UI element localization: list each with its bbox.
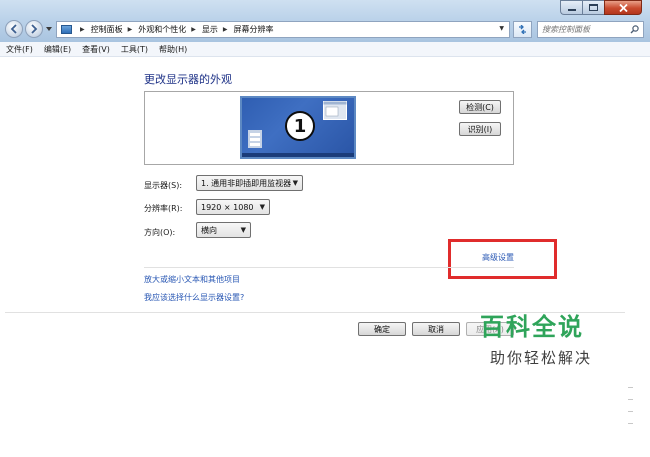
orientation-select[interactable]: 横向 ▼ xyxy=(196,222,251,238)
display-select-value: 1. 通用非即插即用监视器 xyxy=(201,178,292,188)
breadcrumb-separator-icon[interactable]: ▶ xyxy=(191,26,196,33)
menu-tools[interactable]: 工具(T) xyxy=(115,44,153,55)
watermark-subtitle: 助你轻松解决 xyxy=(490,349,593,367)
search-input[interactable] xyxy=(542,25,630,34)
menu-help[interactable]: 帮助(H) xyxy=(153,44,192,55)
address-bar[interactable]: ▶ 控制面板 ▶ 外观和个性化 ▶ 显示 ▶ 屏幕分辨率 ▼ xyxy=(56,21,510,38)
window-thumbnail-icon xyxy=(323,101,347,120)
display-preview-panel: 1 检测(C) 识别(I) xyxy=(144,91,514,165)
section-divider xyxy=(144,267,514,268)
text-size-link[interactable]: 放大或缩小文本和其他项目 xyxy=(144,274,240,285)
chevron-down-icon: ▼ xyxy=(292,179,298,187)
maximize-icon xyxy=(589,4,598,11)
refresh-button[interactable] xyxy=(513,21,532,38)
window-titlebar: ▶ 控制面板 ▶ 外观和个性化 ▶ 显示 ▶ 屏幕分辨率 ▼ xyxy=(0,0,650,43)
monitor-taskbar xyxy=(242,153,354,157)
resolution-select-value: 1920 × 1080 xyxy=(201,202,254,212)
display-settings-help-link[interactable]: 我应该选择什么显示器设置? xyxy=(144,292,244,303)
back-arrow-icon xyxy=(10,24,17,34)
resolution-label: 分辨率(R): xyxy=(144,204,183,213)
scroll-marker xyxy=(628,411,633,412)
breadcrumb-separator-icon[interactable]: ▶ xyxy=(223,26,228,33)
breadcrumb-appearance[interactable]: 外观和个性化 xyxy=(138,24,186,35)
orientation-label: 方向(O): xyxy=(144,228,176,237)
menu-bar: 文件(F) 编辑(E) 查看(V) 工具(T) 帮助(H) xyxy=(0,42,650,57)
page-title: 更改显示器的外观 xyxy=(144,73,232,86)
minimize-button[interactable] xyxy=(560,0,582,15)
close-button[interactable] xyxy=(604,0,642,15)
search-box[interactable] xyxy=(537,21,644,38)
scroll-marker xyxy=(628,423,633,424)
window-caption-buttons xyxy=(560,0,642,15)
gadget-thumbnail-icon xyxy=(248,130,262,148)
forward-arrow-icon xyxy=(31,24,38,34)
monitor-number-badge: 1 xyxy=(285,111,315,141)
resolution-select[interactable]: 1920 × 1080 ▼ xyxy=(196,199,270,215)
display-select[interactable]: 1. 通用非即插即用监视器 ▼ xyxy=(196,175,303,191)
ok-button[interactable]: 确定 xyxy=(358,322,406,336)
chevron-down-icon: ▼ xyxy=(259,203,265,211)
close-icon xyxy=(618,3,628,12)
menu-file[interactable]: 文件(F) xyxy=(0,44,38,55)
breadcrumb-screen-resolution[interactable]: 屏幕分辨率 xyxy=(234,24,274,35)
orientation-select-value: 横向 xyxy=(201,225,217,235)
forward-button[interactable] xyxy=(25,20,43,38)
chevron-down-icon: ▼ xyxy=(240,226,246,234)
breadcrumb: ▶ 控制面板 ▶ 外观和个性化 ▶ 显示 ▶ 屏幕分辨率 xyxy=(75,24,274,35)
menu-view[interactable]: 查看(V) xyxy=(76,44,115,55)
watermark-title: 百科全说 xyxy=(480,313,584,341)
scroll-marker xyxy=(628,387,633,388)
identify-button[interactable]: 识别(I) xyxy=(459,122,501,136)
display-label: 显示器(S): xyxy=(144,181,183,190)
back-button[interactable] xyxy=(5,20,23,38)
breadcrumb-separator-icon[interactable]: ▶ xyxy=(80,26,85,33)
menu-edit[interactable]: 编辑(E) xyxy=(38,44,76,55)
search-icon[interactable] xyxy=(630,25,639,34)
breadcrumb-display[interactable]: 显示 xyxy=(202,24,218,35)
cancel-button[interactable]: 取消 xyxy=(412,322,460,336)
breadcrumb-control-panel[interactable]: 控制面板 xyxy=(91,24,123,35)
control-panel-icon xyxy=(61,25,72,34)
address-dropdown-icon[interactable]: ▼ xyxy=(499,25,504,32)
breadcrumb-separator-icon[interactable]: ▶ xyxy=(128,26,133,33)
content-area: 更改显示器的外观 1 检测(C) 识别(I) 显示器(S): 1. 通用非即插即… xyxy=(0,57,650,457)
refresh-icon xyxy=(519,25,526,34)
scroll-marker xyxy=(628,399,633,400)
maximize-button[interactable] xyxy=(582,0,604,15)
monitor-1-thumbnail[interactable]: 1 xyxy=(240,96,356,159)
minimize-icon xyxy=(567,8,576,11)
detect-button[interactable]: 检测(C) xyxy=(459,100,501,114)
watermark: 百科全说 助你轻松解决 xyxy=(480,313,640,368)
recent-pages-dropdown-icon[interactable] xyxy=(46,26,52,32)
highlight-box xyxy=(448,239,557,279)
